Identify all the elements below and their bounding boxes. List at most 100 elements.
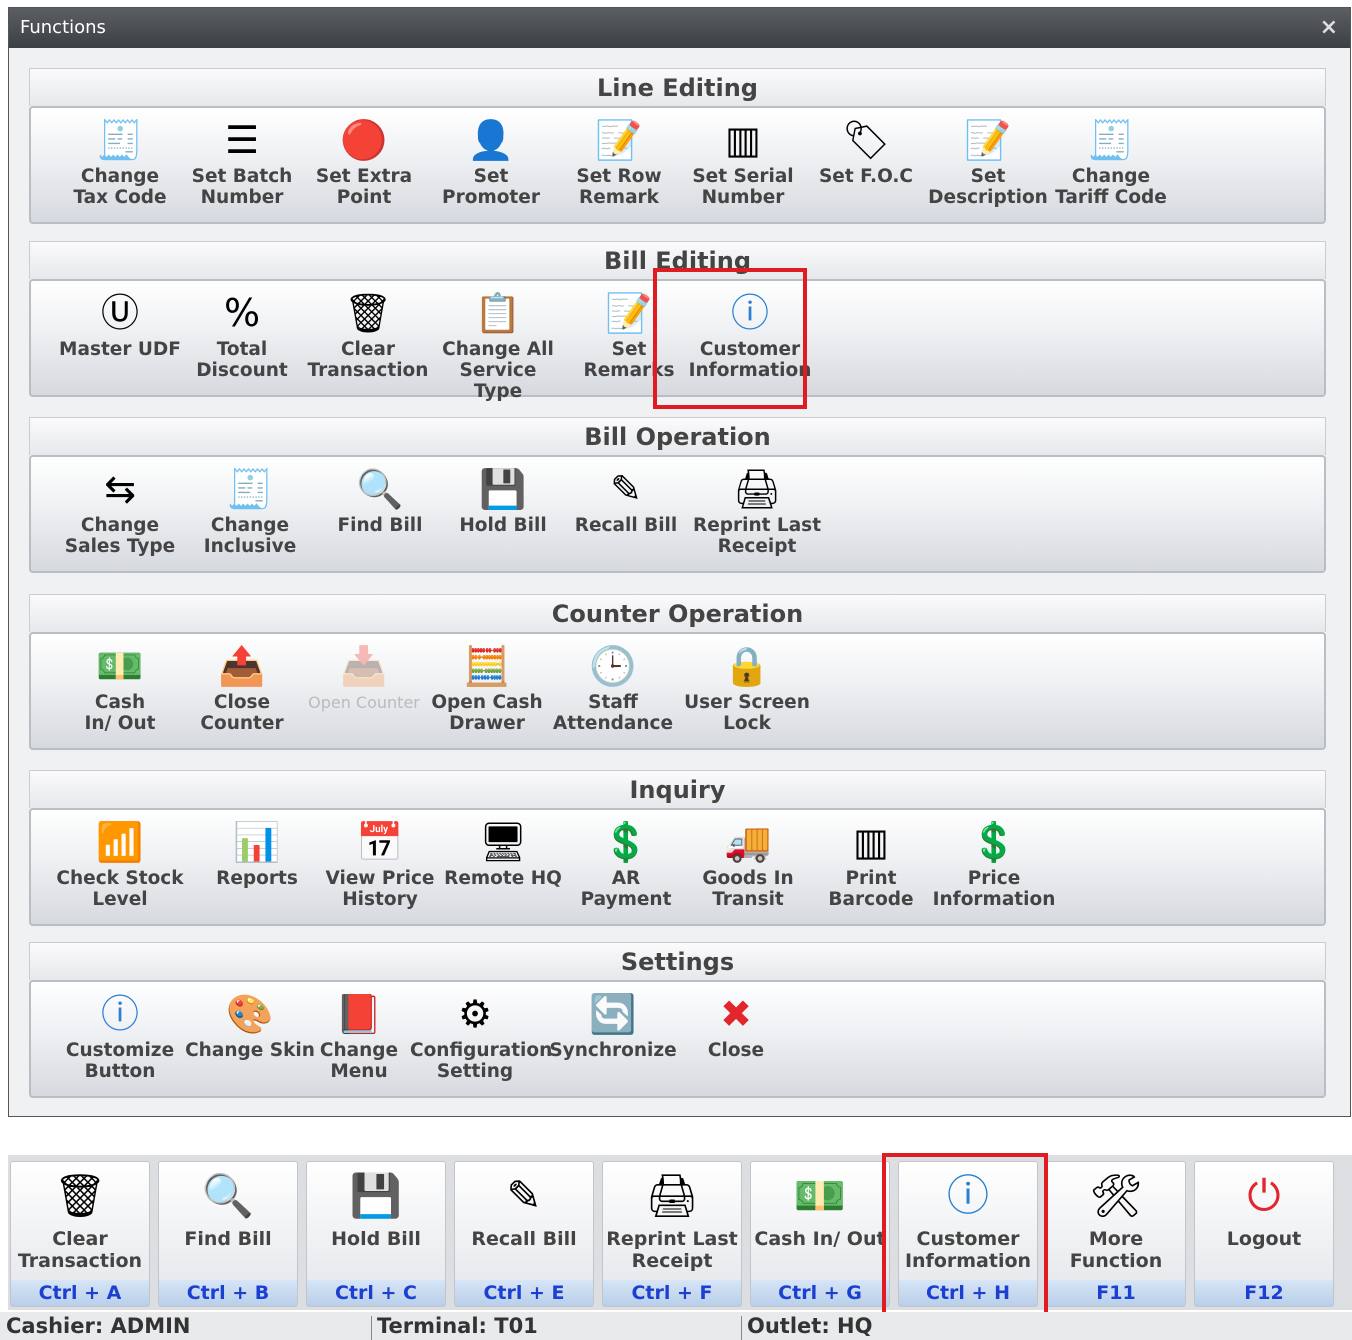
function-button-change-tariff-code[interactable]: 🧾 Change Tariff Code (1046, 114, 1176, 218)
function-button-set-row-remark[interactable]: 📝 Set Row Remark (554, 114, 684, 218)
function-button-set-serial-number[interactable]: ▥ Set Serial Number (678, 114, 808, 218)
function-label: Close (707, 1040, 765, 1061)
function-button-hold-bill[interactable]: 💾 Hold Bill (438, 463, 568, 567)
function-button-user-screen-lock[interactable]: 🔒 User Screen Lock (682, 640, 812, 744)
tools-icon: 🛠 (1089, 1171, 1143, 1220)
function-button-goods-in-transit[interactable]: 🚚 Goods In Transit (683, 816, 813, 920)
info-icon: ⓘ (730, 291, 769, 335)
group-inquiry: Inquiry 📶 Check Stock Level 📊 Reports 📅 View P… (29, 770, 1326, 926)
printer-icon: 🖨 (645, 1171, 699, 1220)
function-label: Total Discount (196, 339, 288, 381)
clipboard-icon: 📋 (474, 291, 522, 335)
function-button-change-inclusive[interactable]: 🧾 Change Inclusive (185, 463, 315, 567)
function-button-customize-button[interactable]: ⓘ Customize Button (55, 988, 185, 1092)
function-button-set-promoter[interactable]: 👤 Set Promoter (426, 114, 556, 218)
function-button-close[interactable]: ✖ Close (671, 988, 801, 1092)
function-label: Change Menu (319, 1040, 399, 1082)
udf-icon: Ⓤ (100, 291, 139, 335)
shortcut-button-recall-bill[interactable]: ✎ Recall Bill Ctrl + E (454, 1161, 594, 1307)
function-button-recall-bill[interactable]: ✎ Recall Bill (561, 463, 691, 567)
function-button-master-udf[interactable]: Ⓤ Master UDF (55, 287, 185, 391)
pencil-disk-icon: ✎ (506, 1171, 542, 1220)
function-button-configuration-setting[interactable]: ⚙ Configuration Setting (410, 988, 552, 1092)
group-counter-operation: Counter Operation 💵 Cash In/ Out 📤 Close Cou… (29, 594, 1326, 750)
group-body: Ⓤ Master UDF% Total Discount 🗑 Clear Transac… (29, 279, 1326, 402)
tax-form-icon: 🧾 (96, 118, 144, 162)
shortcut-button-find-bill[interactable]: 🔍 Find Bill Ctrl + B (158, 1161, 298, 1307)
close-counter-icon: 📤 (218, 644, 266, 688)
shortcut-button-cash-in-out[interactable]: 💵 Cash In/ Out Ctrl + G (750, 1161, 890, 1307)
function-button-reprint-last-receipt[interactable]: 🖨 Reprint Last Receipt (692, 463, 822, 567)
close-icon[interactable]: × (1320, 8, 1338, 48)
group-line-editing: Line Editing 🧾 Change Tax Code ☰ Set Batch N… (29, 68, 1326, 224)
shortcut-label: Recall Bill (471, 1228, 577, 1250)
free-badge-icon: 🏷 (841, 118, 891, 162)
window-titlebar: Functions × (9, 8, 1350, 48)
function-button-set-extra-point[interactable]: 🔴 Set Extra Point (299, 114, 429, 218)
function-button-total-discount[interactable]: % Total Discount (177, 287, 307, 391)
function-label: Set Extra Point (315, 166, 413, 208)
note-pencil-icon: 📝 (605, 291, 653, 335)
function-label: Reprint Last Receipt (692, 515, 822, 557)
function-button-cash-in-out[interactable]: 💵 Cash In/ Out (55, 640, 185, 744)
function-button-set-batch-number[interactable]: ☰ Set Batch Number (177, 114, 307, 218)
window-title: Functions (20, 17, 106, 38)
barcode-icon: ▥ (725, 118, 761, 162)
calendar-list-icon: 📅 (356, 820, 404, 864)
shortcut-label: Find Bill (184, 1228, 272, 1250)
function-button-check-stock-level[interactable]: 📶 Check Stock Level (55, 816, 185, 920)
tax-form-icon: 🧾 (226, 467, 274, 511)
function-label: Remote HQ (444, 868, 562, 889)
function-button-change-all-service-type[interactable]: 📋 Change All Service Type (433, 287, 563, 402)
group-bill-operation: Bill Operation ⇆ Change Sales Type 🧾 Change … (29, 417, 1326, 573)
function-button-close-counter[interactable]: 📤 Close Counter (177, 640, 307, 744)
shortcut-button-more-function[interactable]: 🛠 More Function F11 (1046, 1161, 1186, 1307)
group-body: 📶 Check Stock Level 📊 Reports 📅 View Price Hi… (29, 808, 1326, 926)
shortcut-button-customer-information[interactable]: ⓘ Customer Information Ctrl + H (898, 1161, 1038, 1307)
function-button-set-description[interactable]: 📝 Set Description (923, 114, 1053, 218)
function-label: User Screen Lock (684, 692, 810, 734)
function-label: Set Row Remark (576, 166, 662, 208)
function-label: Customer Information (688, 339, 812, 381)
function-button-reports[interactable]: 📊 Reports (192, 816, 322, 920)
function-label: Set Remarks (583, 339, 675, 381)
group-title: Bill Editing (29, 241, 1326, 279)
info-icon: ⓘ (100, 992, 139, 1036)
function-button-clear-transaction[interactable]: 🗑 Clear Transaction (303, 287, 433, 391)
shortcut-key: F12 (1195, 1280, 1333, 1306)
cash-icon: 💵 (96, 644, 144, 688)
function-button-set-f-o-c[interactable]: 🏷 Set F.O.C (801, 114, 931, 218)
shortcut-button-logout[interactable]: ⏻ Logout F12 (1194, 1161, 1334, 1307)
group-body: 🧾 Change Tax Code ☰ Set Batch Number 🔴 Set Ex… (29, 106, 1326, 224)
clock-calendar-icon: 🕒 (589, 644, 637, 688)
function-button-price-information[interactable]: 💲 Price Information (929, 816, 1059, 920)
function-button-view-price-history[interactable]: 📅 View Price History (315, 816, 445, 920)
info-icon: ⓘ (946, 1171, 989, 1220)
function-label: Staff Attendance (552, 692, 674, 734)
function-label: Synchronize (549, 1040, 677, 1061)
function-button-change-tax-code[interactable]: 🧾 Change Tax Code (55, 114, 185, 218)
function-button-change-sales-type[interactable]: ⇆ Change Sales Type (55, 463, 185, 567)
function-button-ar-payment[interactable]: 💲 AR Payment (561, 816, 691, 920)
function-label: View Price History (325, 868, 435, 910)
function-button-remote-hq[interactable]: 🖥 Remote HQ (438, 816, 568, 920)
function-button-change-menu[interactable]: 📕 Change Menu (294, 988, 424, 1092)
shortcut-button-reprint-last-receipt[interactable]: 🖨 Reprint Last Receipt Ctrl + F (602, 1161, 742, 1307)
function-button-customer-information[interactable]: ⓘ Customer Information (685, 287, 815, 391)
function-button-print-barcode[interactable]: ▥ Print Barcode (806, 816, 936, 920)
function-label: Change All Service Type (442, 339, 554, 402)
function-button-staff-attendance[interactable]: 🕒 Staff Attendance (548, 640, 678, 744)
function-button-set-remarks[interactable]: 📝 Set Remarks (564, 287, 694, 391)
function-button-find-bill[interactable]: 🔍 Find Bill (315, 463, 445, 567)
config-window-icon: ⚙ (457, 992, 493, 1036)
shortcut-button-hold-bill[interactable]: 💾 Hold Bill Ctrl + C (306, 1161, 446, 1307)
pencil-disk-icon: ✎ (610, 467, 642, 511)
function-button-synchronize[interactable]: 🔄 Synchronize (548, 988, 678, 1092)
function-label: Open Counter (308, 693, 420, 712)
sync-icon: 🔄 (589, 992, 637, 1036)
shortcut-key: Ctrl + A (11, 1280, 149, 1306)
dollar-document-icon: 💲 (602, 820, 650, 864)
shortcut-button-clear-transaction[interactable]: 🗑 Clear Transaction Ctrl + A (10, 1161, 150, 1307)
function-label: Change Tariff Code (1055, 166, 1167, 208)
function-button-open-cash-drawer[interactable]: 🧮 Open Cash Drawer (422, 640, 552, 744)
